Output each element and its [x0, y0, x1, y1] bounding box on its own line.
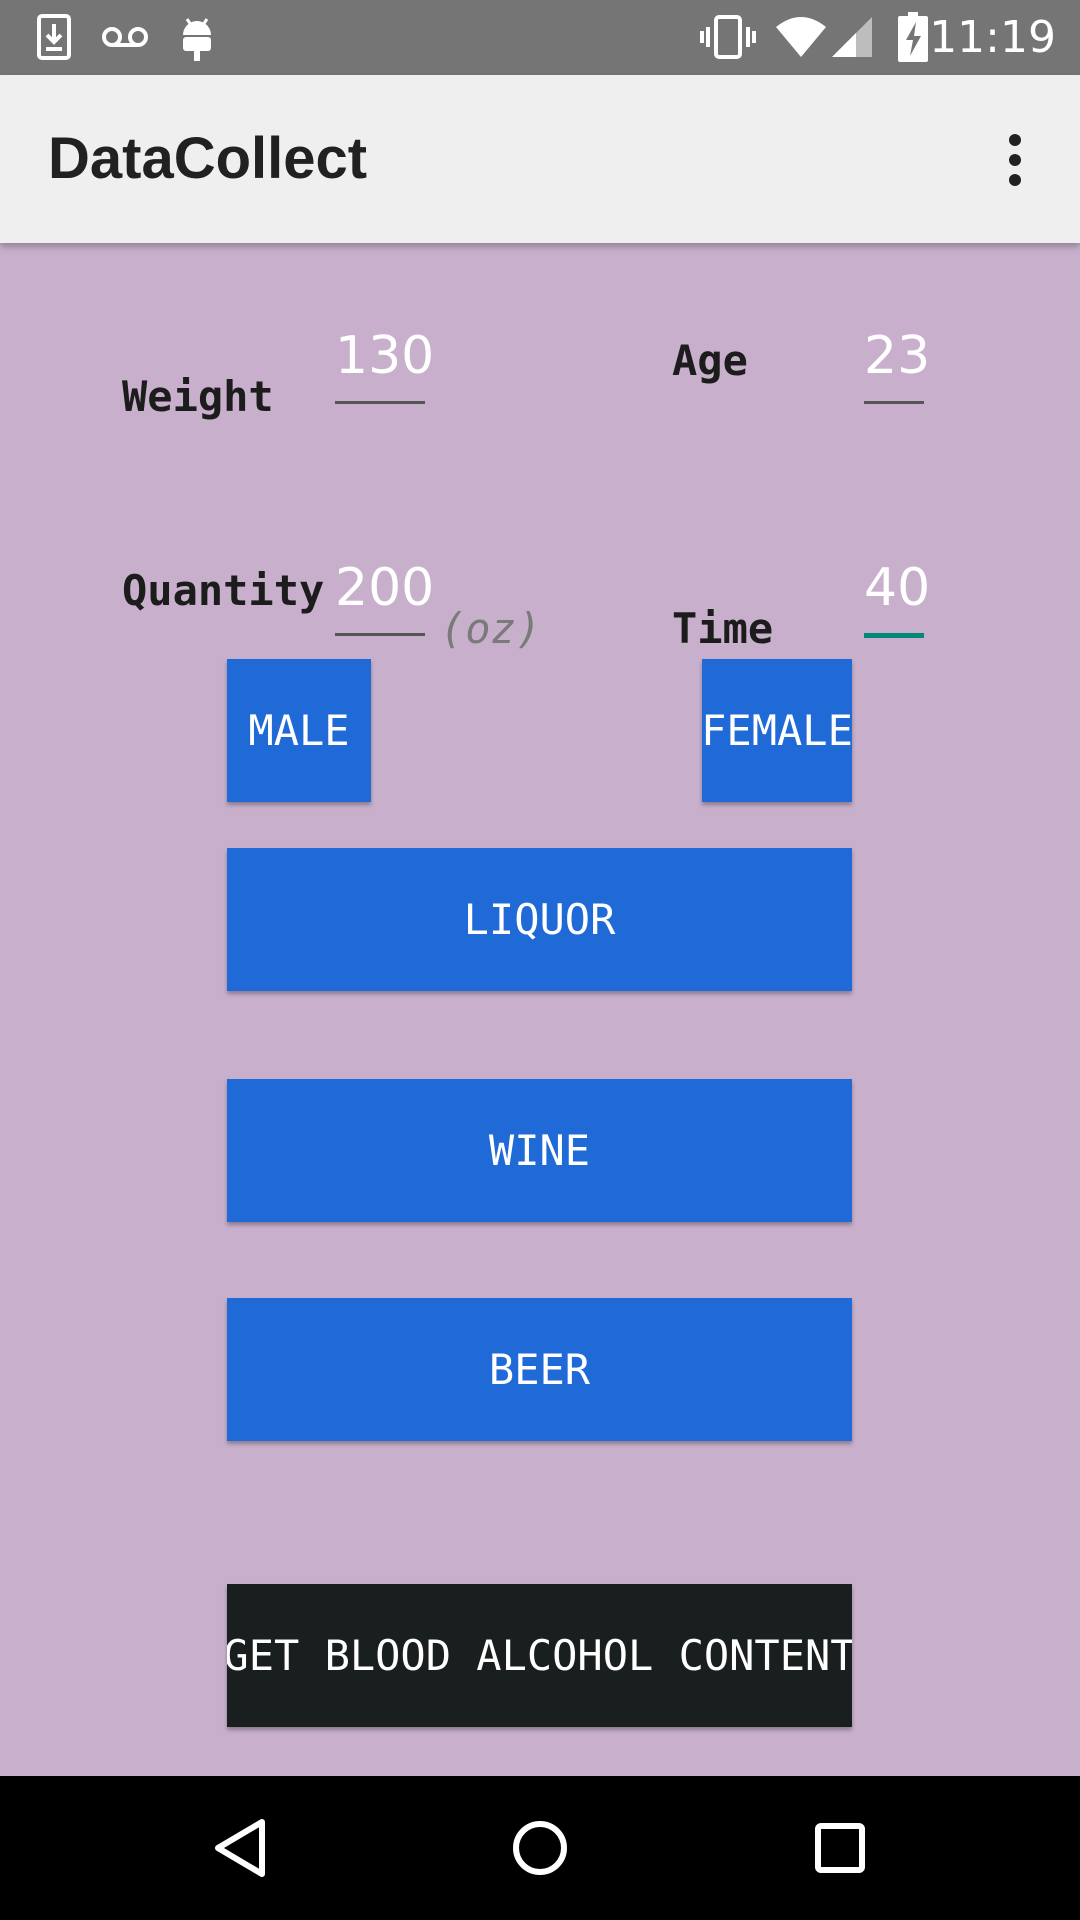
- recents-icon[interactable]: [790, 1798, 890, 1898]
- weight-input[interactable]: 130: [335, 326, 434, 404]
- time-label: Time: [672, 604, 774, 653]
- weight-underline: [335, 401, 425, 404]
- quantity-value: 200: [335, 558, 435, 618]
- beer-button[interactable]: BEER: [227, 1298, 852, 1441]
- age-underline: [864, 401, 924, 404]
- weight-value: 130: [335, 326, 435, 386]
- app-title: DataCollect: [48, 126, 368, 191]
- android-icon: [176, 12, 218, 62]
- age-value: 23: [864, 326, 931, 386]
- get-bac-button[interactable]: GET BLOOD ALCOHOL CONTENT: [227, 1584, 852, 1727]
- female-button[interactable]: FEMALE: [702, 659, 852, 802]
- status-clock: 11:19: [929, 12, 1056, 63]
- quantity-unit: (oz): [440, 604, 542, 653]
- time-value: 40: [864, 558, 931, 618]
- quantity-underline: [335, 633, 425, 636]
- time-underline: [864, 633, 924, 638]
- overflow-menu-icon[interactable]: [980, 125, 1050, 195]
- download-icon: [36, 12, 72, 62]
- back-icon[interactable]: [190, 1798, 290, 1898]
- voicemail-icon: [100, 12, 150, 62]
- quantity-label: Quantity: [122, 566, 325, 615]
- quantity-input[interactable]: 200: [335, 558, 434, 636]
- male-button[interactable]: MALE: [227, 659, 371, 802]
- liquor-button[interactable]: LIQUOR: [227, 848, 852, 991]
- cell-signal-icon: [830, 12, 874, 62]
- weight-label: Weight: [122, 372, 274, 421]
- app-bar: DataCollect: [0, 75, 1080, 243]
- wine-button[interactable]: WINE: [227, 1079, 852, 1222]
- status-bar: 11:19: [0, 0, 1080, 75]
- age-input[interactable]: 23: [864, 326, 930, 404]
- home-icon[interactable]: [490, 1798, 590, 1898]
- wifi-icon: [774, 12, 828, 62]
- screen: 11:19 DataCollect Weight 130 Age 23 Quan…: [0, 0, 1080, 1920]
- age-label: Age: [672, 336, 748, 385]
- nav-bar: [0, 1776, 1080, 1920]
- vibrate-icon: [700, 12, 756, 62]
- time-input[interactable]: 40: [864, 558, 930, 638]
- battery-charging-icon: [898, 12, 928, 62]
